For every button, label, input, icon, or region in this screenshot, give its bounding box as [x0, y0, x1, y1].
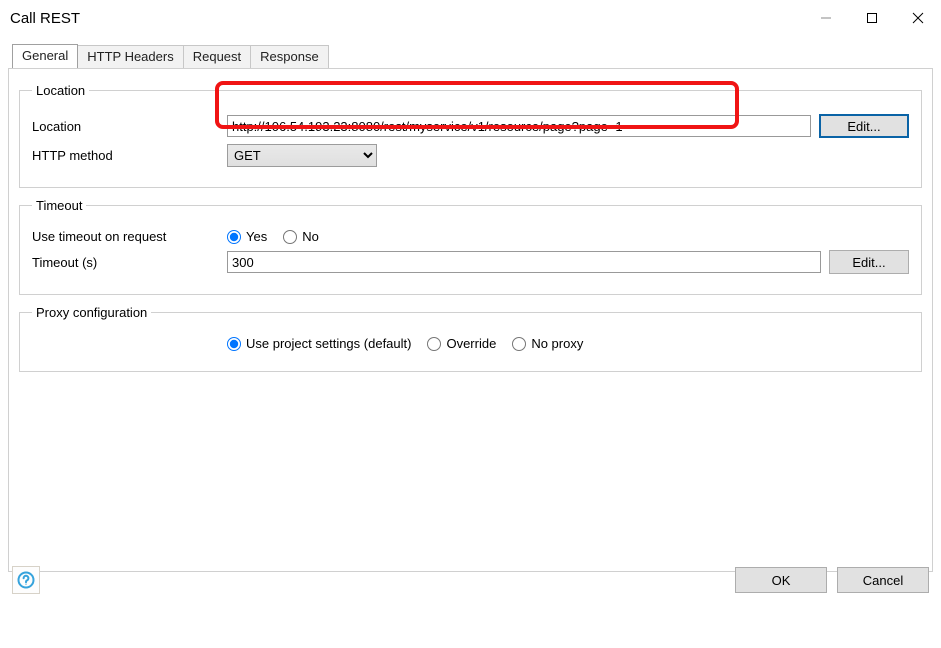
- proxy-override-radio[interactable]: [427, 337, 441, 351]
- location-legend: Location: [32, 83, 89, 98]
- proxy-override[interactable]: Override: [427, 336, 496, 351]
- timeout-seconds-label: Timeout (s): [32, 255, 227, 270]
- use-timeout-no[interactable]: No: [283, 229, 319, 244]
- cancel-button[interactable]: Cancel: [837, 567, 929, 593]
- timeout-group: Timeout Use timeout on request Yes No Ti…: [19, 198, 922, 295]
- use-timeout-label: Use timeout on request: [32, 229, 227, 244]
- minimize-button[interactable]: [803, 3, 849, 33]
- use-timeout-no-radio[interactable]: [283, 230, 297, 244]
- tab-general[interactable]: General: [12, 44, 78, 68]
- proxy-default-radio[interactable]: [227, 337, 241, 351]
- proxy-group: Proxy configuration Use project settings…: [19, 305, 922, 372]
- proxy-default[interactable]: Use project settings (default): [227, 336, 411, 351]
- proxy-override-label: Override: [446, 336, 496, 351]
- use-timeout-yes[interactable]: Yes: [227, 229, 267, 244]
- location-edit-button[interactable]: Edit...: [819, 114, 909, 138]
- timeout-edit-button[interactable]: Edit...: [829, 250, 909, 274]
- maximize-button[interactable]: [849, 3, 895, 33]
- tab-response[interactable]: Response: [250, 45, 329, 69]
- dialog-button-bar: OK Cancel: [0, 558, 941, 602]
- use-timeout-no-label: No: [302, 229, 319, 244]
- location-group: Location Location Edit... HTTP method GE…: [19, 83, 922, 188]
- location-label: Location: [32, 119, 227, 134]
- proxy-noproxy-label: No proxy: [531, 336, 583, 351]
- dialog-body: General HTTP Headers Request Response Lo…: [0, 44, 941, 602]
- http-method-label: HTTP method: [32, 148, 227, 163]
- window-controls: [803, 3, 941, 33]
- timeout-input[interactable]: [227, 251, 821, 273]
- http-method-select[interactable]: GET: [227, 144, 377, 167]
- tab-http-headers[interactable]: HTTP Headers: [77, 45, 183, 69]
- title-bar: Call REST: [0, 0, 941, 36]
- window-title: Call REST: [10, 10, 80, 27]
- use-timeout-yes-radio[interactable]: [227, 230, 241, 244]
- tab-request[interactable]: Request: [183, 45, 251, 69]
- ok-button[interactable]: OK: [735, 567, 827, 593]
- timeout-legend: Timeout: [32, 198, 86, 213]
- proxy-default-label: Use project settings (default): [246, 336, 411, 351]
- use-timeout-yes-label: Yes: [246, 229, 267, 244]
- proxy-noproxy-radio[interactable]: [512, 337, 526, 351]
- tab-panel-general: Location Location Edit... HTTP method GE…: [8, 68, 933, 572]
- close-button[interactable]: [895, 3, 941, 33]
- location-input[interactable]: [227, 115, 811, 137]
- proxy-noproxy[interactable]: No proxy: [512, 336, 583, 351]
- tab-bar: General HTTP Headers Request Response: [12, 44, 941, 68]
- help-button[interactable]: [12, 566, 40, 594]
- proxy-legend: Proxy configuration: [32, 305, 151, 320]
